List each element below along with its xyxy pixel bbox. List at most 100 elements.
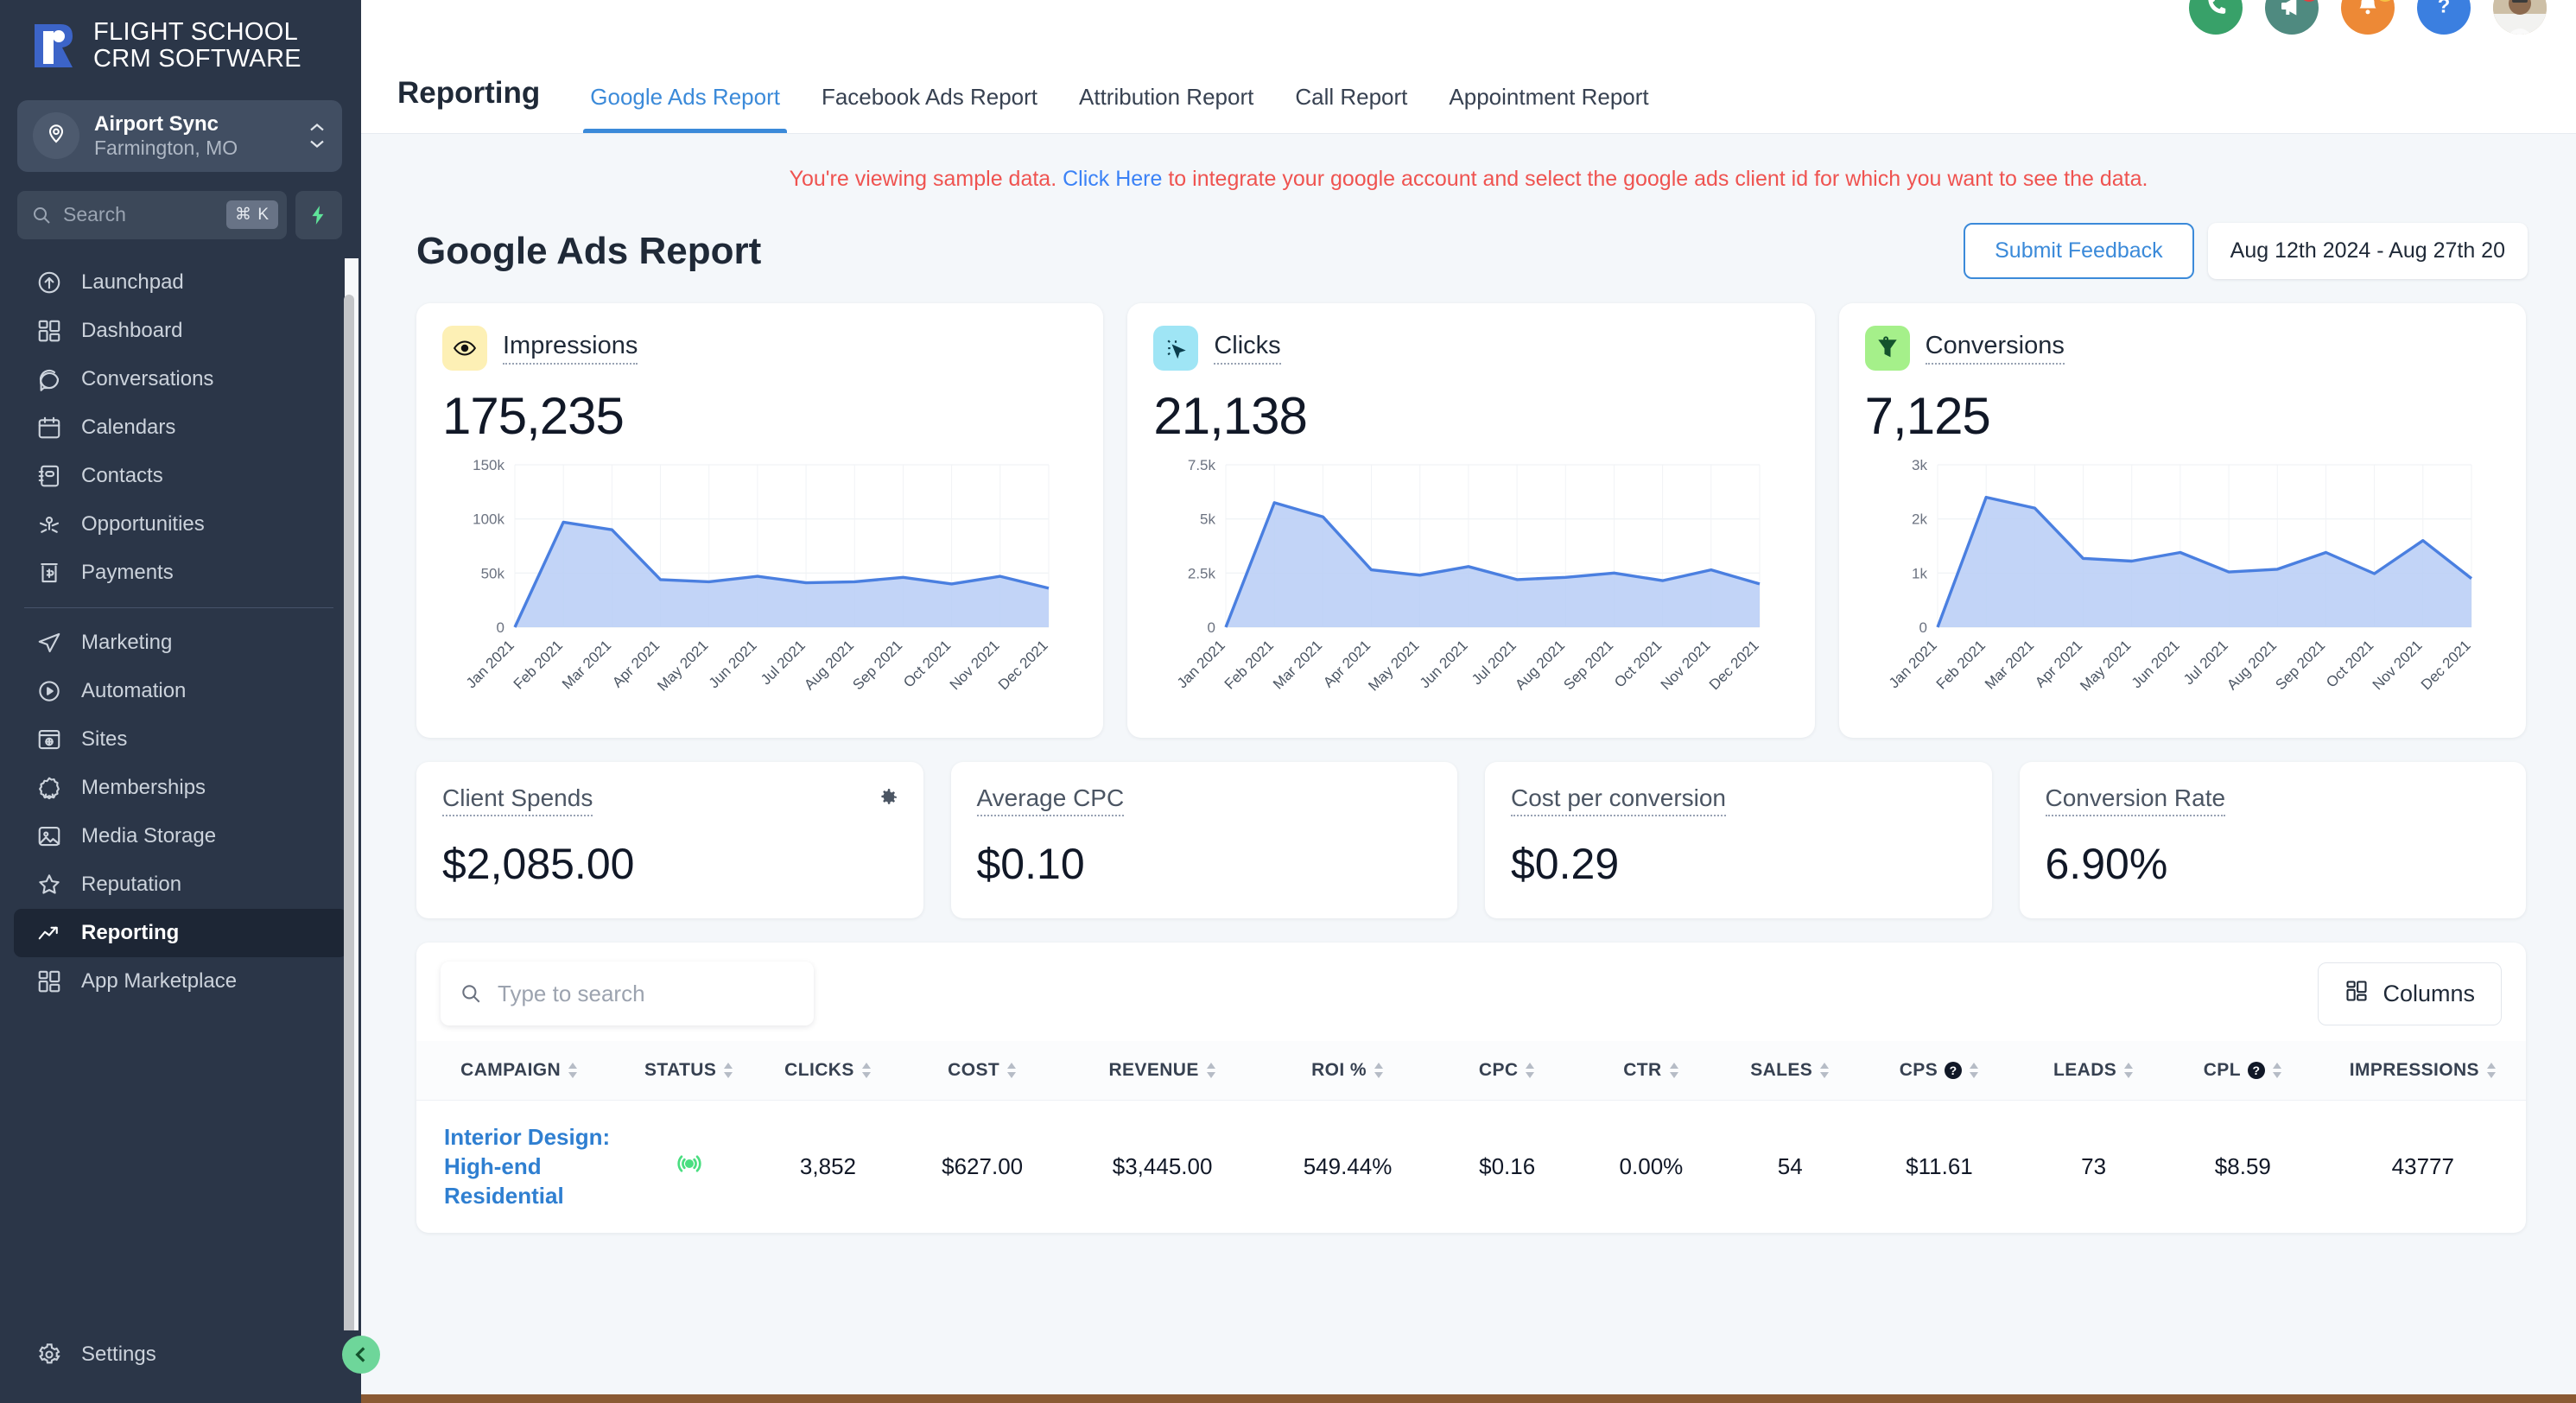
tab-facebook-ads-report[interactable]: Facebook Ads Report bbox=[801, 84, 1058, 133]
sidebar-scrollbar-thumb[interactable] bbox=[344, 294, 354, 1330]
sort-arrows-icon[interactable] bbox=[1669, 1063, 1679, 1078]
column-header-clicks[interactable]: CLICKS bbox=[756, 1041, 900, 1101]
cell-campaign[interactable]: Interior Design: High-end Residential bbox=[416, 1101, 622, 1234]
sidebar-item-automation[interactable]: Automation bbox=[14, 667, 347, 715]
sidebar-item-dashboard[interactable]: Dashboard bbox=[14, 307, 347, 355]
main-area: ? Reporting Google Ads Report Facebook Ad… bbox=[361, 0, 2576, 1403]
svg-text:Jul 2021: Jul 2021 bbox=[2180, 637, 2231, 688]
sort-arrows-icon[interactable] bbox=[1006, 1063, 1017, 1078]
sidebar-item-conversations[interactable]: Conversations bbox=[14, 355, 347, 403]
svg-text:Jun 2021: Jun 2021 bbox=[2128, 637, 2182, 691]
date-range-picker[interactable]: Aug 12th 2024 - Aug 27th 20 bbox=[2207, 223, 2528, 279]
metric-card-label: Cost per conversion bbox=[1511, 784, 1727, 816]
sidebar-item-contacts[interactable]: Contacts bbox=[14, 452, 347, 500]
phone-button[interactable] bbox=[2189, 0, 2243, 35]
tab-attribution-report[interactable]: Attribution Report bbox=[1058, 84, 1274, 133]
kpi-card-value: 21,138 bbox=[1153, 387, 1308, 445]
sort-arrows-icon[interactable] bbox=[1819, 1063, 1830, 1078]
column-header-leads[interactable]: LEADS bbox=[2021, 1041, 2166, 1101]
sidebar-item-label: Marketing bbox=[81, 630, 173, 654]
tab-call-report[interactable]: Call Report bbox=[1274, 84, 1428, 133]
app-logo[interactable]: FLIGHT SCHOOL CRM SOFTWARE bbox=[0, 0, 361, 88]
column-header-status[interactable]: STATUS bbox=[622, 1041, 757, 1101]
topbar-icons: ? bbox=[2189, 0, 2547, 35]
tab-appointment-report[interactable]: Appointment Report bbox=[1428, 84, 1669, 133]
chevron-updown-icon[interactable] bbox=[308, 123, 327, 149]
column-header-cost[interactable]: COST bbox=[899, 1041, 1065, 1101]
bell-button[interactable] bbox=[2341, 0, 2395, 35]
page-title-row: Google Ads Report Submit Feedback Aug 12… bbox=[361, 200, 2576, 279]
sidebar-item-reporting[interactable]: Reporting bbox=[14, 908, 347, 957]
tab-google-ads-report[interactable]: Google Ads Report bbox=[569, 84, 801, 133]
help-icon[interactable]: ? bbox=[1945, 1062, 1963, 1079]
badge-icon bbox=[36, 775, 62, 801]
kpi-card-header: Impressions bbox=[442, 326, 1077, 371]
column-header-impressions[interactable]: IMPRESSIONS bbox=[2319, 1041, 2526, 1101]
sort-arrows-icon[interactable] bbox=[2123, 1063, 2134, 1078]
sidebar-item-reputation[interactable]: Reputation bbox=[14, 860, 347, 909]
columns-button[interactable]: Columns bbox=[2318, 962, 2502, 1025]
gear-icon[interactable] bbox=[877, 786, 899, 813]
sort-arrows-icon[interactable] bbox=[1525, 1063, 1535, 1078]
help-icon[interactable]: ? bbox=[2247, 1062, 2265, 1079]
avatar[interactable] bbox=[2493, 0, 2547, 35]
sidebar-scrollbar-track[interactable] bbox=[344, 257, 358, 1330]
megaphone-button[interactable] bbox=[2265, 0, 2319, 35]
column-header-cpl[interactable]: CPL? bbox=[2166, 1041, 2320, 1101]
svg-text:May 2021: May 2021 bbox=[654, 637, 711, 694]
table-search-input[interactable]: Type to search bbox=[441, 962, 814, 1025]
svg-text:Dec 2021: Dec 2021 bbox=[1706, 637, 1762, 693]
svg-text:Jan 2021: Jan 2021 bbox=[463, 637, 517, 691]
sidebar-item-app-marketplace[interactable]: App Marketplace bbox=[14, 957, 347, 1006]
help-button[interactable]: ? bbox=[2417, 0, 2471, 35]
column-header-label: CLICKS bbox=[784, 1060, 854, 1080]
location-switcher[interactable]: Airport Sync Farmington, MO bbox=[17, 100, 342, 172]
chevron-left-icon bbox=[355, 1347, 365, 1362]
contacts-icon bbox=[36, 463, 62, 489]
column-header-sales[interactable]: SALES bbox=[1723, 1041, 1857, 1101]
sidebar-item-sites[interactable]: Sites bbox=[14, 715, 347, 764]
column-header-roi-[interactable]: ROI % bbox=[1259, 1041, 1436, 1101]
sidebar-item-launchpad[interactable]: Launchpad bbox=[14, 258, 347, 307]
kpi-card-label: Impressions bbox=[503, 332, 638, 365]
search-input[interactable]: Search ⌘ K bbox=[17, 190, 287, 239]
sort-arrows-icon[interactable] bbox=[2272, 1063, 2282, 1078]
svg-text:2.5k: 2.5k bbox=[1188, 565, 1216, 581]
kpi-card-value: 7,125 bbox=[1864, 387, 1991, 445]
kpi-chart-impressions: 0 50k 100k 150k Jan 2021 Feb 2021 Mar 2021 Apr … bbox=[442, 451, 1077, 719]
rocket-icon bbox=[36, 270, 62, 295]
sidebar-item-label: Contacts bbox=[81, 463, 163, 487]
sort-arrows-icon[interactable] bbox=[1206, 1063, 1216, 1078]
megaphone-icon bbox=[2278, 0, 2306, 24]
quick-action-button[interactable] bbox=[295, 190, 342, 239]
column-header-campaign[interactable]: CAMPAIGN bbox=[416, 1041, 623, 1101]
sort-arrows-icon[interactable] bbox=[861, 1063, 872, 1078]
sidebar-item-media-storage[interactable]: Media Storage bbox=[14, 812, 347, 860]
table-row[interactable]: Interior Design: High-end Residential 3,… bbox=[416, 1101, 2526, 1234]
column-header-cps[interactable]: CPS? bbox=[1856, 1041, 2022, 1101]
sidebar-item-marketing[interactable]: Marketing bbox=[14, 619, 347, 667]
sidebar-item-opportunities[interactable]: Opportunities bbox=[14, 500, 347, 549]
sort-arrows-icon[interactable] bbox=[2486, 1063, 2497, 1078]
svg-text:Oct 2021: Oct 2021 bbox=[1612, 637, 1666, 690]
metric-card-client-spends: Client Spends $2,085.00 bbox=[416, 762, 923, 918]
column-header-revenue[interactable]: REVENUE bbox=[1064, 1041, 1260, 1101]
send-icon bbox=[36, 630, 62, 656]
notice-link[interactable]: Click Here bbox=[1063, 167, 1162, 191]
svg-text:Jun 2021: Jun 2021 bbox=[706, 637, 760, 691]
column-header-cpc[interactable]: CPC bbox=[1435, 1041, 1580, 1101]
sidebar-item-memberships[interactable]: Memberships bbox=[14, 764, 347, 812]
sidebar-item-settings[interactable]: Settings bbox=[14, 1330, 347, 1379]
metric-card-value: $2,085.00 bbox=[442, 840, 635, 888]
column-header-ctr[interactable]: CTR bbox=[1579, 1041, 1723, 1101]
sort-arrows-icon[interactable] bbox=[1374, 1063, 1384, 1078]
sort-arrows-icon[interactable] bbox=[723, 1063, 733, 1078]
sidebar-item-calendars[interactable]: Calendars bbox=[14, 403, 347, 452]
svg-text:Aug 2021: Aug 2021 bbox=[2224, 637, 2280, 693]
svg-text:Feb 2021: Feb 2021 bbox=[1221, 637, 1277, 692]
sort-arrows-icon[interactable] bbox=[1969, 1063, 1979, 1078]
sidebar-collapse-button[interactable] bbox=[342, 1336, 380, 1374]
sidebar-item-payments[interactable]: Payments bbox=[14, 549, 347, 597]
submit-feedback-button[interactable]: Submit Feedback bbox=[1964, 223, 2194, 279]
sort-arrows-icon[interactable] bbox=[568, 1063, 578, 1078]
